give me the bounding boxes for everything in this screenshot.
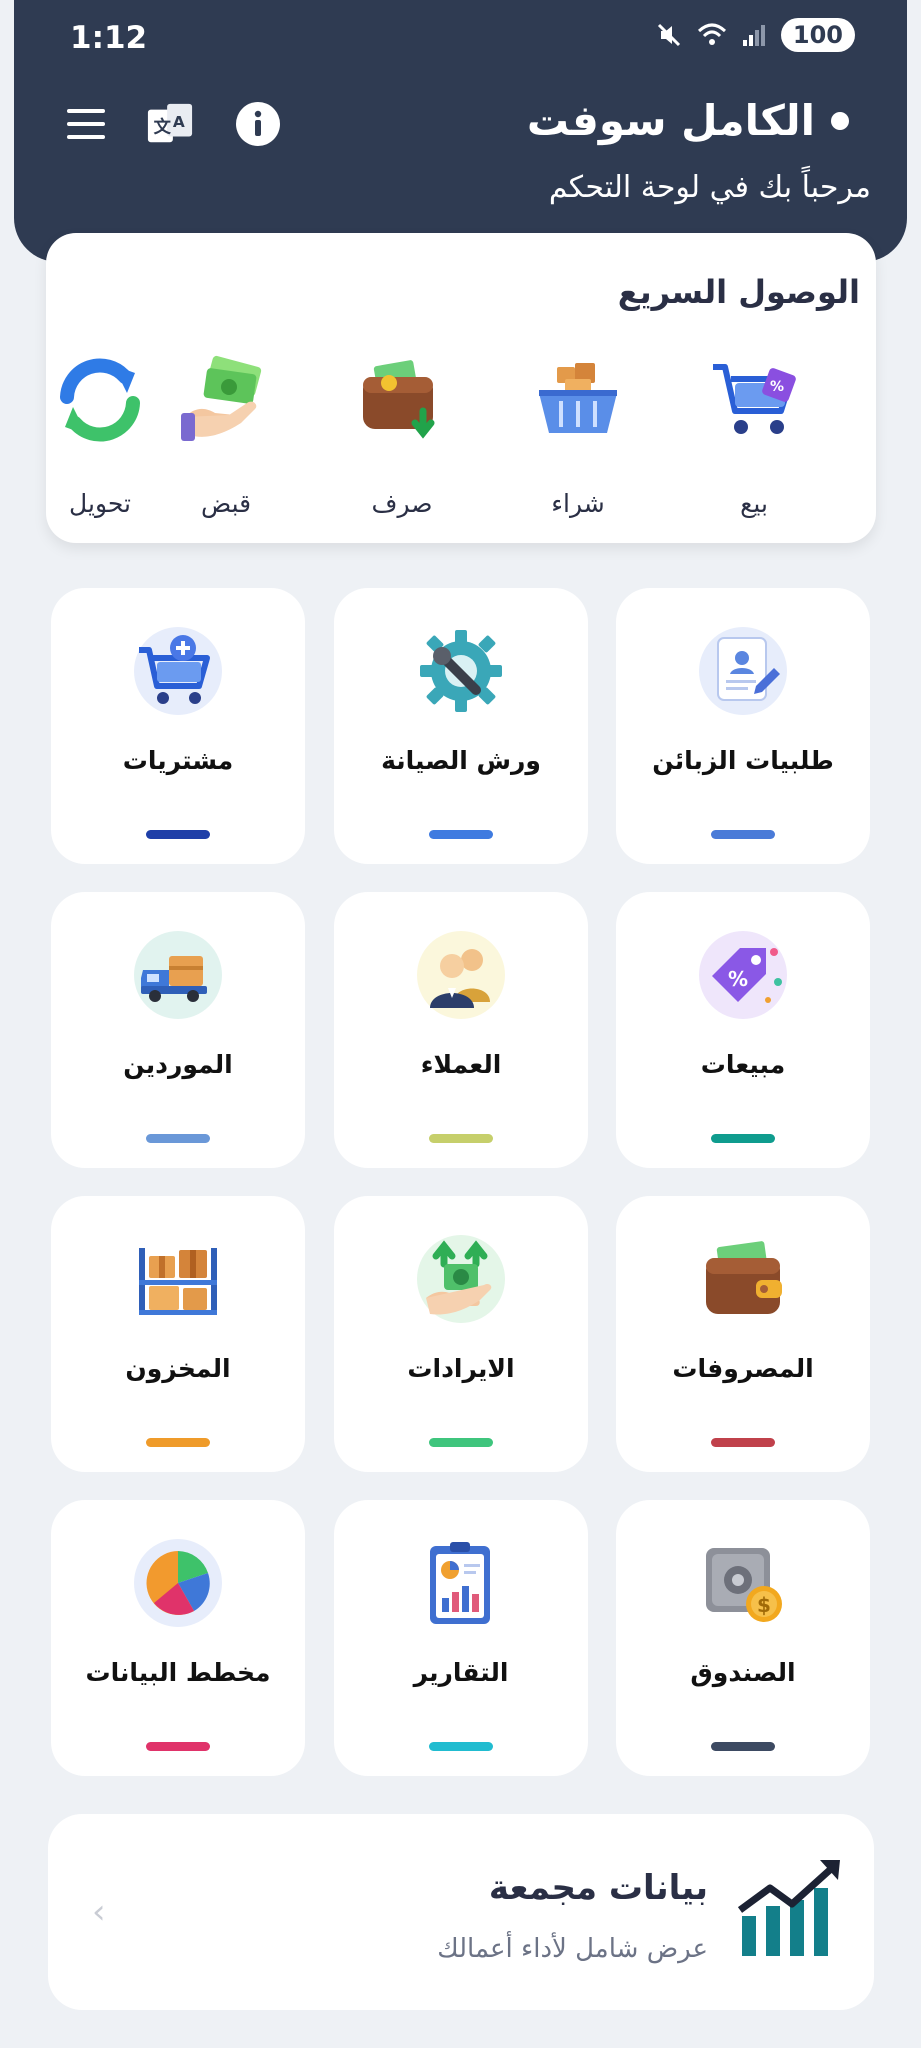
tile-suppliers[interactable]: الموردين: [51, 892, 305, 1168]
tile-maintenance-label: ورش الصيانة: [381, 746, 541, 775]
info-icon: [236, 102, 280, 146]
tile-sales-label: مبيعات: [700, 1050, 786, 1079]
mute-icon: [657, 23, 680, 47]
tile-inventory[interactable]: المخزون: [51, 1196, 305, 1472]
tile-revenues[interactable]: الايرادات: [334, 1196, 588, 1472]
tile-accent-bar: [429, 1742, 493, 1751]
tile-suppliers-label: الموردين: [123, 1050, 233, 1079]
tile-maintenance[interactable]: ورش الصيانة: [334, 588, 588, 864]
pie-chart-icon: [134, 1539, 222, 1627]
tile-clients[interactable]: العملاء: [334, 892, 588, 1168]
tile-accent-bar: [146, 830, 210, 839]
svg-text:$: $: [757, 1593, 771, 1617]
summary-subtitle: عرض شامل لأداء أعمالك: [437, 1934, 708, 1964]
quick-transfer[interactable]: تحويل: [40, 353, 160, 518]
menu-button[interactable]: [62, 100, 110, 148]
boxes-icon: [139, 1248, 217, 1315]
quick-receive[interactable]: قبض: [166, 353, 286, 518]
document-icon: [699, 627, 787, 715]
quick-buy-label: شراء: [551, 489, 605, 518]
tile-customer-orders-label: طلبيات الزبائن: [652, 746, 834, 775]
tile-accent-bar: [711, 830, 775, 839]
hamburger-icon: [67, 109, 105, 139]
tile-data-chart[interactable]: مخطط البيانات: [51, 1500, 305, 1776]
tile-accent-bar: [146, 1438, 210, 1447]
tile-accent-bar: [711, 1134, 775, 1143]
info-button[interactable]: [234, 100, 282, 148]
wifi-icon: [697, 23, 726, 45]
tile-accent-bar: [146, 1742, 210, 1751]
quick-sell[interactable]: % بيع: [694, 353, 814, 518]
tile-revenues-label: الايرادات: [407, 1354, 515, 1383]
summary-card[interactable]: بيانات مجمعة عرض شامل لأداء أعمالك ‹: [48, 1814, 874, 2010]
safe-icon: $: [706, 1548, 782, 1622]
tile-expenses-label: المصروفات: [672, 1354, 814, 1383]
growth-chart-icon: [737, 1860, 840, 1956]
svg-text:文: 文: [154, 117, 172, 138]
tile-customer-orders[interactable]: طلبيات الزبائن: [616, 588, 870, 864]
tile-reports-label: التقارير: [413, 1658, 509, 1687]
tile-purchases-label: مشتريات: [122, 746, 234, 775]
title-dot: [831, 111, 849, 130]
tile-expenses[interactable]: المصروفات: [616, 1196, 870, 1472]
tile-accent-bar: [429, 1134, 493, 1143]
svg-text:%: %: [728, 967, 748, 991]
tile-data-chart-label: مخطط البيانات: [85, 1658, 271, 1687]
chevron-left-icon[interactable]: ‹: [92, 1892, 106, 1932]
tile-accent-bar: [711, 1438, 775, 1447]
wallet-icon: [706, 1241, 782, 1314]
tag-icon: %: [699, 931, 787, 1019]
svg-text:A: A: [173, 113, 185, 131]
language-button[interactable]: 文 A: [146, 100, 194, 148]
app-title: الكامل سوفت: [527, 96, 849, 145]
tile-inventory-label: المخزون: [125, 1354, 231, 1383]
summary-title: بيانات مجمعة: [488, 1868, 708, 1908]
basket-icon: [539, 363, 617, 433]
wallet-out-icon: [363, 360, 435, 439]
cart-icon: %: [713, 364, 796, 434]
quick-expense[interactable]: صرف: [342, 353, 462, 518]
hand-money-icon: [181, 355, 262, 441]
quick-access-card: الوصول السريع % بيع شراء صرف قبض تحويل: [46, 233, 876, 543]
tile-purchases[interactable]: مشتريات: [51, 588, 305, 864]
truck-icon: [134, 931, 222, 1019]
status-icons: 100: [655, 18, 855, 52]
translate-icon: 文 A: [147, 103, 193, 143]
tile-accent-bar: [146, 1134, 210, 1143]
welcome-subtitle: مرحباً بك في لوحة التحكم: [548, 170, 871, 205]
app-title-text: الكامل سوفت: [526, 96, 815, 145]
quick-access-title: الوصول السريع: [617, 273, 860, 311]
gear-wrench-icon: [420, 630, 502, 712]
quick-receive-label: قبض: [200, 489, 252, 518]
tile-sales[interactable]: % مبيعات: [616, 892, 870, 1168]
tile-accent-bar: [711, 1742, 775, 1751]
tile-cashbox-label: الصندوق: [690, 1658, 796, 1687]
svg-text:%: %: [770, 379, 784, 395]
tile-cashbox[interactable]: $ الصندوق: [616, 1500, 870, 1776]
tile-accent-bar: [429, 1438, 493, 1447]
quick-sell-label: بيع: [740, 489, 768, 518]
quick-expense-label: صرف: [371, 489, 433, 518]
people-icon: [417, 931, 505, 1019]
tile-clients-label: العملاء: [420, 1050, 502, 1079]
transfer-icon: [60, 358, 140, 442]
signal-icon: [742, 25, 765, 46]
battery-indicator: 100: [780, 18, 855, 52]
report-icon: [430, 1542, 490, 1624]
quick-transfer-label: تحويل: [69, 489, 131, 518]
tile-reports[interactable]: التقارير: [334, 1500, 588, 1776]
tile-accent-bar: [429, 830, 493, 839]
cart-plus-icon: [134, 627, 222, 715]
revenue-icon: [417, 1235, 505, 1323]
status-time: 1:12: [70, 20, 148, 56]
quick-buy[interactable]: شراء: [518, 353, 638, 518]
